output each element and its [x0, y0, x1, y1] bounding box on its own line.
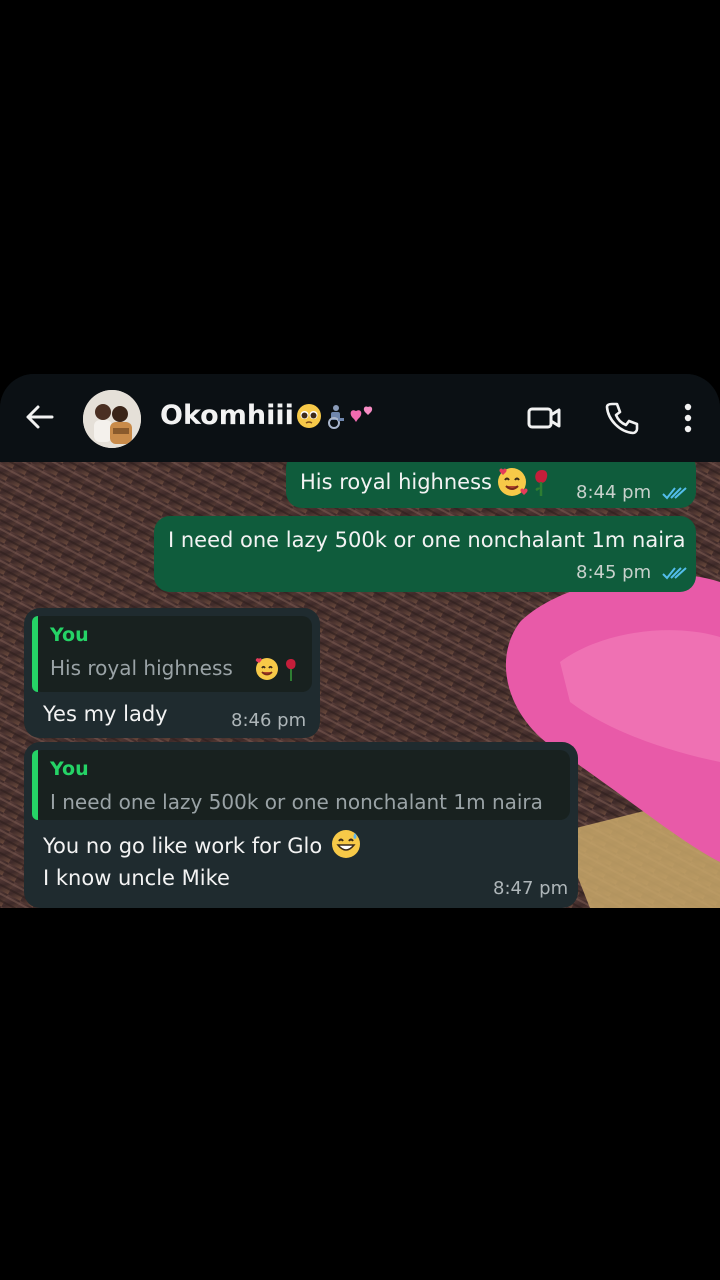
back-arrow-icon[interactable] [22, 400, 56, 434]
read-ticks-icon [662, 567, 687, 580]
quoted-reply[interactable]: You I need one lazy 500k or one nonchala… [32, 750, 570, 820]
message-text: Yes my lady [43, 702, 168, 726]
message-time: 8:45 pm [576, 562, 689, 583]
pleading-face-emoji-icon [296, 403, 321, 428]
video-call-icon[interactable] [526, 400, 562, 436]
quote-accent-bar [32, 616, 38, 692]
smiling-face-with-hearts-emoji-icon [498, 468, 548, 496]
quote-accent-bar [32, 750, 38, 820]
message-text: I need one lazy 500k or one nonchalant 1… [168, 528, 686, 552]
outgoing-message[interactable]: I need one lazy 500k or one nonchalant 1… [154, 516, 696, 592]
avatar[interactable] [83, 390, 141, 448]
chat-screen: Okomhiii His royal highness 8:44 pm I ne… [0, 374, 720, 908]
message-time: 8:46 pm [231, 710, 307, 731]
chat-area[interactable]: His royal highness 8:44 pm I need one la… [0, 462, 720, 908]
more-options-icon[interactable] [670, 400, 706, 436]
contact-name-row[interactable]: Okomhiii [160, 400, 376, 431]
quote-author: You [50, 758, 89, 780]
contact-name: Okomhiii [160, 400, 294, 431]
outgoing-message[interactable]: His royal highness 8:44 pm [286, 462, 696, 508]
smiling-face-with-hearts-emoji-icon [255, 658, 296, 681]
message-text-line-2: I know uncle Mike [43, 866, 230, 890]
message-text: His royal highness [300, 470, 492, 494]
quote-text: I need one lazy 500k or one nonchalant 1… [50, 790, 543, 814]
message-text-line-1: You no go like work for Glo [43, 834, 323, 858]
message-time: 8:44 pm [576, 482, 689, 503]
incoming-message[interactable]: You His royal highness Yes my lady 8:46 … [24, 608, 320, 738]
voice-call-icon[interactable] [604, 400, 640, 436]
two-hearts-emoji-icon [350, 406, 373, 422]
chat-header: Okomhiii [0, 374, 720, 462]
read-ticks-icon [662, 487, 687, 500]
person-in-wheelchair-emoji-icon [327, 404, 344, 429]
quote-author: You [50, 624, 89, 646]
quoted-reply[interactable]: You His royal highness [32, 616, 312, 692]
incoming-message[interactable]: You I need one lazy 500k or one nonchala… [24, 742, 578, 908]
message-time: 8:47 pm [493, 878, 569, 899]
quote-text: His royal highness [50, 656, 233, 680]
grinning-face-with-sweat-emoji-icon [332, 830, 360, 858]
